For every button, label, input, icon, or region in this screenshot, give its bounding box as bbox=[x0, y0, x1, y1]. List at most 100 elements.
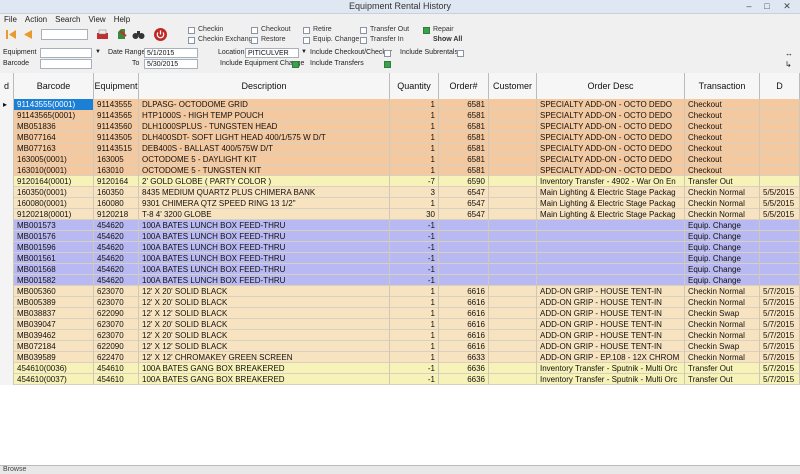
maximize-icon[interactable]: □ bbox=[760, 1, 774, 11]
prev-record-icon[interactable] bbox=[20, 27, 35, 42]
table-row[interactable]: MB051836 91143560 DLH1000SPLUS - TUNGSTEN … bbox=[0, 121, 800, 132]
table-row[interactable]: MB039589 622470 12' X 12' CHROMAKEY GREEN … bbox=[0, 352, 800, 363]
row-indicator[interactable] bbox=[0, 297, 14, 308]
date-from-input[interactable]: 5/1/2015 bbox=[144, 48, 198, 58]
export-icon[interactable] bbox=[114, 27, 129, 42]
location-dropdown-icon[interactable]: ▼ bbox=[301, 49, 307, 55]
first-record-icon[interactable] bbox=[3, 27, 18, 42]
table-row[interactable]: MB039462 623070 12' X 20' SOLID BLACK 1 6616… bbox=[0, 330, 800, 341]
checkout-checkbox[interactable] bbox=[251, 27, 258, 34]
row-indicator[interactable] bbox=[0, 286, 14, 297]
close-icon[interactable]: ✕ bbox=[780, 1, 794, 12]
include-subrentals-checkbox[interactable] bbox=[457, 50, 464, 57]
table-row[interactable]: MB005360 623070 12' X 20' SOLID BLACK 1 6616… bbox=[0, 286, 800, 297]
menu-help[interactable]: Help bbox=[114, 15, 130, 24]
row-indicator[interactable] bbox=[0, 231, 14, 242]
row-indicator[interactable] bbox=[0, 209, 14, 220]
table-row[interactable]: MB038837 622090 12' X 12' SOLID BLACK 1 6616… bbox=[0, 308, 800, 319]
col-header-customer[interactable]: Customer bbox=[489, 73, 537, 99]
row-indicator[interactable] bbox=[0, 242, 14, 253]
collapse-icon[interactable]: ↔ bbox=[785, 49, 793, 58]
transfer-out-checkbox[interactable] bbox=[360, 27, 367, 34]
restore-checkbox[interactable] bbox=[251, 37, 258, 44]
barcode-input[interactable] bbox=[40, 59, 92, 69]
table-row[interactable]: MB077163 91143515 DEB400S - BALLAST 400/57… bbox=[0, 143, 800, 154]
show-all-button[interactable]: Show All bbox=[433, 36, 462, 43]
table-row[interactable]: MB001561 454620 100A BATES LUNCH BOX FEED-… bbox=[0, 253, 800, 264]
row-indicator[interactable] bbox=[0, 154, 14, 165]
table-row[interactable]: MB072184 622090 12' X 12' SOLID BLACK 1 6616… bbox=[0, 341, 800, 352]
col-header-indicator[interactable]: d bbox=[0, 73, 14, 99]
record-search-input[interactable] bbox=[41, 29, 88, 40]
table-row[interactable]: MB001582 454620 100A BATES LUNCH BOX FEED-… bbox=[0, 275, 800, 286]
menu-view[interactable]: View bbox=[88, 15, 105, 24]
row-indicator[interactable] bbox=[0, 319, 14, 330]
row-indicator[interactable] bbox=[0, 352, 14, 363]
col-header-date[interactable]: D bbox=[760, 73, 800, 99]
row-indicator[interactable] bbox=[0, 110, 14, 121]
table-row[interactable]: 9120218(0001) 9120218 T-8 4' 3200 GLOBE 30 6… bbox=[0, 209, 800, 220]
menu-file[interactable]: File bbox=[4, 15, 17, 24]
table-row[interactable]: MB039047 623070 12' X 20' SOLID BLACK 1 6616… bbox=[0, 319, 800, 330]
row-indicator[interactable] bbox=[0, 308, 14, 319]
power-icon[interactable] bbox=[153, 27, 168, 42]
col-header-order-desc[interactable]: Order Desc bbox=[537, 73, 685, 99]
col-header-order[interactable]: Order# bbox=[439, 73, 489, 99]
row-indicator[interactable] bbox=[0, 374, 14, 385]
binoculars-icon[interactable] bbox=[131, 27, 146, 42]
repair-checkbox[interactable] bbox=[423, 27, 430, 34]
equip-change-checkbox[interactable] bbox=[303, 37, 310, 44]
table-row[interactable]: 9120164(0001) 9120164 2' GOLD GLOBE ( PART… bbox=[0, 176, 800, 187]
table-row[interactable]: 91143565(0001) 91143565 HTP1000S - HIGH TE… bbox=[0, 110, 800, 121]
table-row[interactable]: MB077164 91143505 DLH400SDT- SOFT LIGHT HE… bbox=[0, 132, 800, 143]
location-input[interactable]: PITICULVER bbox=[245, 48, 299, 58]
row-indicator[interactable] bbox=[0, 198, 14, 209]
transfer-in-checkbox[interactable] bbox=[360, 37, 367, 44]
row-indicator[interactable] bbox=[0, 165, 14, 176]
retire-checkbox[interactable] bbox=[303, 27, 310, 34]
include-checkout-checker-checkbox[interactable] bbox=[384, 50, 391, 57]
equipment-dropdown-icon[interactable]: ▼ bbox=[95, 49, 101, 55]
table-row[interactable]: MB001573 454620 100A BATES LUNCH BOX FEED-… bbox=[0, 220, 800, 231]
row-indicator[interactable] bbox=[0, 330, 14, 341]
table-row[interactable]: 454610(0037) 454610 100A BATES GANG BOX BR… bbox=[0, 374, 800, 385]
include-equipment-change-checkbox[interactable] bbox=[292, 61, 299, 68]
row-indicator[interactable] bbox=[0, 132, 14, 143]
print-icon[interactable] bbox=[95, 27, 110, 42]
table-row[interactable]: MB001596 454620 100A BATES LUNCH BOX FEED-… bbox=[0, 242, 800, 253]
table-row[interactable]: 160080(0001) 160080 9301 CHIMERA QTZ SPEED… bbox=[0, 198, 800, 209]
row-indicator[interactable] bbox=[0, 253, 14, 264]
menu-action[interactable]: Action bbox=[25, 15, 47, 24]
row-indicator[interactable] bbox=[0, 220, 14, 231]
row-indicator[interactable] bbox=[0, 264, 14, 275]
row-indicator[interactable] bbox=[0, 275, 14, 286]
row-indicator[interactable] bbox=[0, 341, 14, 352]
row-indicator[interactable] bbox=[0, 143, 14, 154]
row-indicator[interactable] bbox=[0, 121, 14, 132]
menu-search[interactable]: Search bbox=[55, 15, 80, 24]
col-header-transaction[interactable]: Transaction bbox=[685, 73, 760, 99]
table-row[interactable]: MB001568 454620 100A BATES LUNCH BOX FEED-… bbox=[0, 264, 800, 275]
pin-icon[interactable]: ↳ bbox=[785, 60, 792, 69]
row-indicator[interactable] bbox=[0, 176, 14, 187]
minimize-icon[interactable]: – bbox=[742, 1, 756, 11]
table-row[interactable]: 163005(0001) 163005 OCTODOME 5 - DAYLIGHT … bbox=[0, 154, 800, 165]
col-header-equipment[interactable]: Equipment bbox=[94, 73, 139, 99]
checkin-exchange-checkbox[interactable] bbox=[188, 37, 195, 44]
table-row[interactable]: MB005389 623070 12' X 20' SOLID BLACK 1 6616… bbox=[0, 297, 800, 308]
col-header-description[interactable]: Description bbox=[139, 73, 390, 99]
table-row[interactable]: 454610(0036) 454610 100A BATES GANG BOX BR… bbox=[0, 363, 800, 374]
row-indicator[interactable] bbox=[0, 363, 14, 374]
row-indicator[interactable]: ▸ bbox=[0, 99, 14, 110]
include-transfers-checkbox[interactable] bbox=[384, 61, 391, 68]
table-row[interactable]: ▸ 91143555(0001) 91143555 DLPASG- OCTODOME … bbox=[0, 99, 800, 110]
col-header-barcode[interactable]: Barcode bbox=[14, 73, 94, 99]
table-row[interactable]: 160350(0001) 160350 8435 MEDIUM QUARTZ PLU… bbox=[0, 187, 800, 198]
equipment-input[interactable] bbox=[40, 48, 92, 58]
col-header-quantity[interactable]: Quantity bbox=[390, 73, 439, 99]
table-row[interactable]: MB001576 454620 100A BATES LUNCH BOX FEED-… bbox=[0, 231, 800, 242]
checkin-checkbox[interactable] bbox=[188, 27, 195, 34]
date-to-input[interactable]: 5/30/2015 bbox=[144, 59, 198, 69]
row-indicator[interactable] bbox=[0, 187, 14, 198]
table-row[interactable]: 163010(0001) 163010 OCTODOME 5 - TUNGSTEN … bbox=[0, 165, 800, 176]
